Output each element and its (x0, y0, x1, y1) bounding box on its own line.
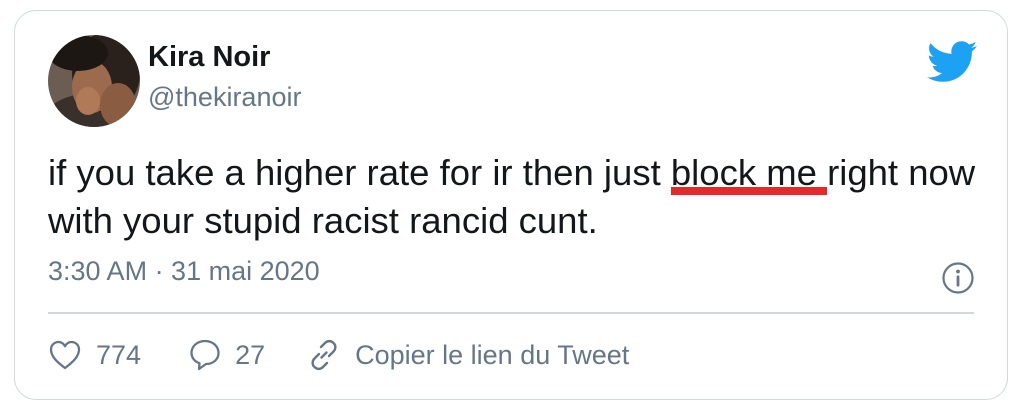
avatar[interactable] (48, 35, 140, 127)
heart-icon (49, 340, 81, 370)
reply-count: 27 (235, 339, 266, 370)
red-underline-annotation (670, 187, 827, 195)
copy-link-button[interactable]: Copier le lien du Tweet (307, 338, 629, 372)
speech-bubble-icon (190, 339, 220, 371)
author-handle[interactable]: @thekiranoir (148, 82, 301, 113)
copy-link-label: Copier le lien du Tweet (355, 339, 630, 370)
twitter-bird-icon[interactable] (927, 41, 977, 83)
avatar-image (48, 35, 140, 127)
highlighted-phrase: block me (670, 149, 827, 197)
tweet-timestamp[interactable]: 3:30 AM · 31 mai 2020 (48, 256, 320, 287)
reply-button[interactable]: 27 (189, 338, 265, 372)
info-icon[interactable] (941, 261, 975, 295)
like-button[interactable]: 774 (48, 339, 141, 371)
tweet-actions: 774 27 Copier le lien du Tweet (48, 333, 629, 377)
tweet-card: Kira Noir @thekiranoir if you take a hig… (14, 10, 1008, 400)
link-icon (311, 339, 337, 371)
like-count: 774 (96, 339, 142, 370)
divider (48, 312, 974, 314)
tweet-text: if you take a higher rate for ir then ju… (48, 149, 988, 245)
author-name[interactable]: Kira Noir (148, 41, 270, 74)
tweet-text-before: if you take a higher rate for ir then ju… (48, 152, 671, 193)
